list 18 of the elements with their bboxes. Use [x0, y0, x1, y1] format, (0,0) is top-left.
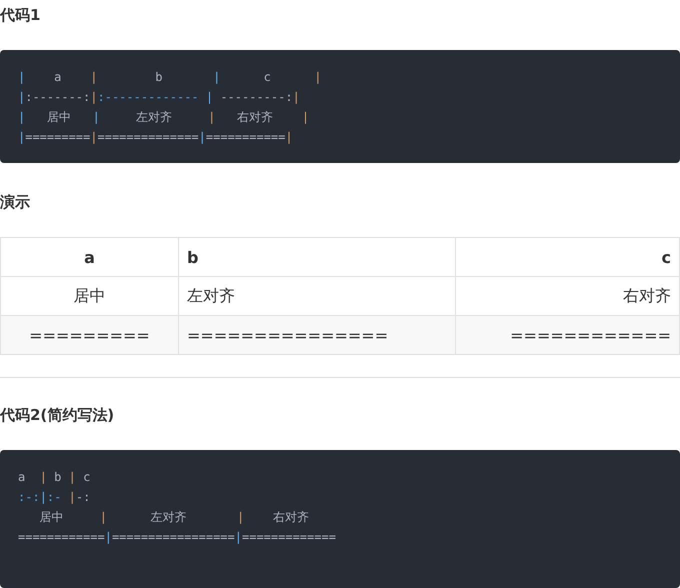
code-line: a | b | c [18, 469, 90, 486]
table-header-cell: a [0, 238, 178, 276]
code-line: |=========|==============|===========| [18, 129, 293, 146]
table-cell: ============ [456, 316, 680, 354]
table-header-cell: c [456, 238, 680, 276]
table-cell: ========= [0, 316, 178, 354]
table-cell: 居中 [0, 276, 178, 316]
table-cell: 左对齐 [178, 276, 456, 316]
code-line: |:-------:|:------------- | ---------:| [18, 89, 300, 106]
code-line: | 居中 | 左对齐 | 右对齐 | [18, 109, 310, 126]
table-cell: =============== [178, 316, 456, 354]
code-line: 居中 | 左对齐 | 右对齐 [38, 509, 310, 526]
table-cell: 右对齐 [456, 276, 680, 316]
section-heading: 演示 [0, 192, 30, 213]
code-line: ============|=================|============= [18, 529, 336, 546]
code-line: :-:|:- |-: [18, 489, 90, 506]
table-header-cell: b [178, 238, 456, 276]
code-line: | a | b | c | [18, 69, 322, 86]
